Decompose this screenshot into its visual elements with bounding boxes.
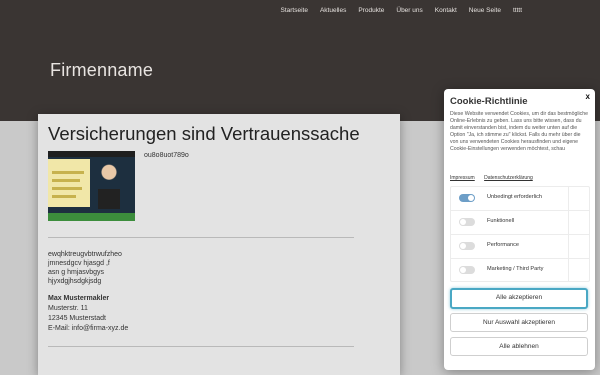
nav-item-kontakt[interactable]: Kontakt	[435, 7, 457, 14]
nav-item-ttttt[interactable]: ttttt	[513, 7, 522, 14]
toggle-necessary[interactable]	[459, 194, 475, 202]
cookie-options: Unbedingt erforderlich Funktionell Perfo…	[450, 186, 590, 282]
site-title[interactable]: Firmenname	[50, 60, 153, 81]
cookie-option-functional: Funktionell	[451, 211, 589, 235]
cookie-links: Impressum Datenschutzerklärung	[450, 175, 541, 181]
video-thumbnail[interactable]	[48, 151, 135, 221]
cookie-title: Cookie-Richtlinie	[450, 96, 528, 107]
text-line: asn g hmjasvbgys	[48, 269, 105, 276]
nav-item-ueber-uns[interactable]: Über uns	[396, 7, 422, 14]
nav-item-neue-seite[interactable]: Neue Seite	[469, 7, 501, 14]
nav-item-startseite[interactable]: Startseite	[281, 7, 308, 14]
divider	[48, 237, 354, 238]
player-controls[interactable]	[48, 213, 135, 221]
cookie-option-necessary: Unbedingt erforderlich	[451, 187, 589, 211]
toggle-marketing[interactable]	[459, 266, 475, 274]
reject-all-button[interactable]: Alle ablehnen	[450, 337, 588, 356]
text-line: hjyxdgjhsdgkjsdg	[48, 278, 102, 285]
content-card: Versicherungen sind Vertrauenssache ou8o…	[38, 114, 400, 375]
code-text: ou8o8uot789o	[144, 152, 189, 159]
contact-address: Max Mustermakler Musterstr. 11 12345 Mus…	[48, 294, 128, 334]
cookie-description: Diese Website verwendet Cookies, um dir …	[450, 111, 588, 152]
contact-street: Musterstr. 11	[48, 305, 88, 312]
cookie-option-performance: Performance	[451, 235, 589, 259]
text-line: jmnesdgcv hjasgd ,f	[48, 260, 110, 267]
option-label: Unbedingt erforderlich	[487, 194, 543, 200]
contact-city: 12345 Musterstadt	[48, 315, 106, 322]
text-line: ewqhktreugvbtrwufzheo	[48, 251, 122, 258]
impressum-link[interactable]: Impressum	[450, 175, 475, 181]
page-title: Versicherungen sind Vertrauenssache	[48, 123, 360, 144]
cookie-dialog: Cookie-Richtlinie x Diese Website verwen…	[444, 89, 595, 370]
toggle-functional[interactable]	[459, 218, 475, 226]
nav-item-aktuelles[interactable]: Aktuelles	[320, 7, 346, 14]
contact-email[interactable]: E-Mail: info@firma-xyz.de	[48, 324, 128, 334]
main-nav: Startseite Aktuelles Produkte Über uns K…	[281, 7, 523, 14]
text-block: ewqhktreugvbtrwufzheo jmnesdgcv hjasgd ,…	[48, 250, 122, 286]
privacy-policy-link[interactable]: Datenschutzerklärung	[484, 175, 533, 181]
accept-selection-button[interactable]: Nur Auswahl akzeptieren	[450, 313, 588, 332]
contact-name: Max Mustermakler	[48, 295, 110, 302]
presenter-image	[94, 163, 124, 209]
option-label: Marketing / Third Party	[487, 266, 544, 272]
option-label: Funktionell	[487, 218, 515, 224]
toggle-performance[interactable]	[459, 242, 475, 250]
accept-all-button[interactable]: Alle akzeptieren	[450, 288, 588, 309]
cookie-option-marketing: Marketing / Third Party	[451, 259, 589, 282]
option-label: Performance	[487, 242, 520, 248]
nav-item-produkte[interactable]: Produkte	[358, 7, 384, 14]
divider	[48, 346, 354, 347]
close-icon[interactable]: x	[586, 92, 590, 101]
